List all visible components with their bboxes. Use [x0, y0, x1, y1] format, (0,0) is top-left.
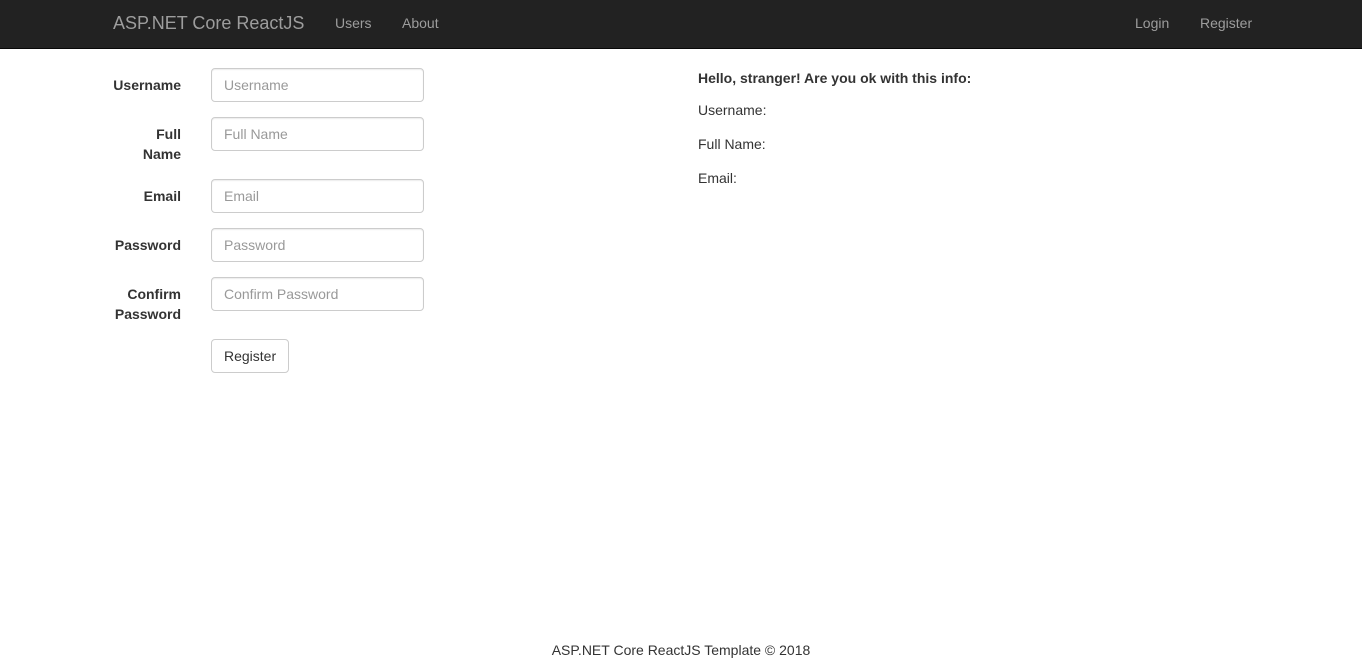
fullname-input[interactable]	[211, 117, 424, 151]
username-input[interactable]	[211, 68, 424, 102]
confirm-label-line2: Password	[114, 306, 181, 322]
brand-link[interactable]: ASP.NET Core ReactJS	[113, 13, 304, 33]
confirm-label-line1: Confirm	[127, 286, 181, 302]
info-heading: Hello, stranger! Are you ok with this in…	[698, 70, 972, 86]
email-label-text: Email	[143, 188, 181, 204]
fullname-label-line2: Name	[142, 146, 181, 162]
nav-link-about[interactable]: About	[402, 15, 439, 31]
nav-link-register[interactable]: Register	[1200, 15, 1252, 31]
password-input[interactable]	[211, 228, 424, 262]
confirm-password-input[interactable]	[211, 277, 424, 311]
info-fullname: Full Name:	[698, 136, 766, 152]
fullname-label-line1: Full	[156, 126, 181, 142]
password-label: Password	[91, 235, 181, 255]
navbar: ASP.NET Core ReactJS Users About Login R…	[0, 0, 1362, 49]
info-username: Username:	[698, 102, 767, 118]
nav-link-users[interactable]: Users	[335, 15, 372, 31]
confirm-password-label: Confirm Password	[91, 284, 181, 324]
nav-link-login[interactable]: Login	[1135, 15, 1169, 31]
password-label-text: Password	[114, 237, 181, 253]
email-label: Email	[91, 186, 181, 206]
email-input[interactable]	[211, 179, 424, 213]
register-submit-button[interactable]: Register	[211, 339, 290, 373]
username-label: Username	[91, 75, 181, 95]
info-email: Email:	[698, 170, 737, 186]
username-label-text: Username	[113, 77, 181, 93]
footer: ASP.NET Core ReactJS Template © 2018	[551, 642, 811, 658]
fullname-label: Full Name	[91, 124, 181, 164]
